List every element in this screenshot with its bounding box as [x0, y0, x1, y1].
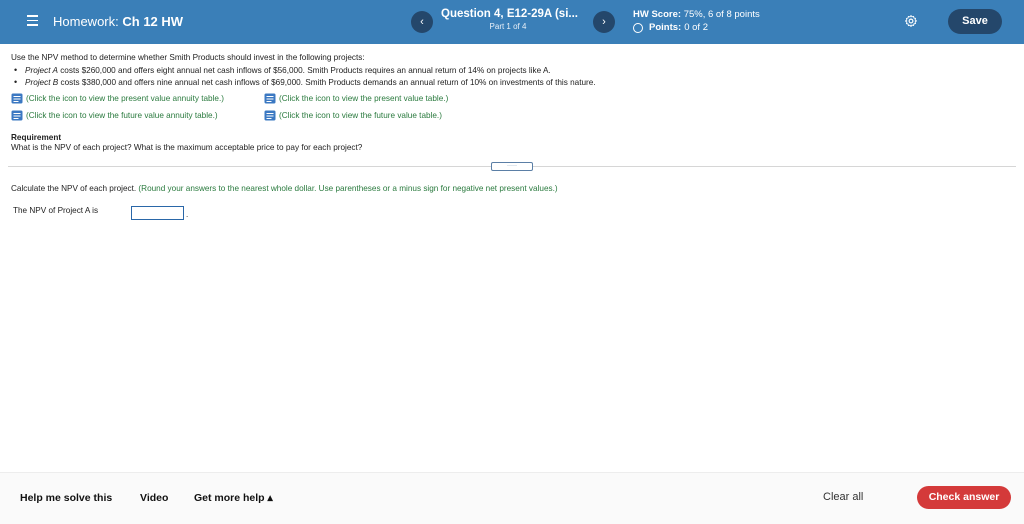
- calc-text: Calculate the NPV of each project.: [11, 184, 137, 193]
- requirement-heading: Requirement: [11, 133, 62, 142]
- fv-table-link[interactable]: (Click the icon to view the future value…: [264, 110, 442, 121]
- check-answer-button[interactable]: Check answer: [917, 486, 1011, 509]
- requirement-text: What is the NPV of each project? What is…: [11, 143, 363, 152]
- question-title: Question 4, E12-29A (si...: [441, 8, 578, 20]
- project-b-name: Project B: [25, 78, 59, 87]
- pv-table-link[interactable]: (Click the icon to view the present valu…: [264, 93, 448, 104]
- pv-table-link-text: (Click the icon to view the present valu…: [279, 94, 449, 103]
- homework-label: Homework:: [53, 14, 119, 29]
- help-me-solve-button[interactable]: Help me solve this: [20, 492, 112, 504]
- table-links-row-2: (Click the icon to view the future value…: [11, 110, 1011, 121]
- video-button[interactable]: Video: [140, 492, 168, 504]
- hw-score-label: HW Score:: [633, 9, 682, 20]
- next-question-button[interactable]: ›: [593, 11, 615, 33]
- book-icon: [264, 110, 276, 121]
- npv-a-period: .: [186, 210, 189, 219]
- calc-hint: (Round your answers to the nearest whole…: [136, 184, 558, 193]
- fv-annuity-table-link[interactable]: (Click the icon to view the future value…: [11, 110, 264, 121]
- hw-score: HW Score: 75%, 6 of 8 points: [633, 9, 760, 20]
- question-part: Part 1 of 4: [489, 22, 527, 31]
- intro-text: Use the NPV method to determine whether …: [11, 53, 365, 62]
- menu-icon[interactable]: [27, 15, 38, 26]
- homework-name: Ch 12 HW: [122, 14, 184, 29]
- question-body: Use the NPV method to determine whether …: [11, 53, 1011, 152]
- bottom-bar: Help me solve this Video Get more help ▴…: [0, 472, 1024, 524]
- pv-annuity-table-link-text: (Click the icon to view the present valu…: [26, 94, 224, 103]
- table-links-row-1: (Click the icon to view the present valu…: [11, 93, 1011, 104]
- project-b-line: Project B costs $380,000 and offers nine…: [11, 77, 1011, 87]
- fv-table-link-text: (Click the icon to view the future value…: [279, 111, 442, 120]
- top-bar: Homework: Ch 12 HW ‹ Question 4, E12-29A…: [0, 0, 1024, 44]
- expand-button[interactable]: ·····: [491, 162, 533, 171]
- points: Points: 0 of 2: [633, 22, 708, 33]
- npv-a-label: The NPV of Project A is: [13, 206, 99, 215]
- gear-icon[interactable]: [904, 14, 918, 28]
- fv-annuity-table-link-text: (Click the icon to view the future value…: [26, 111, 218, 120]
- previous-question-button[interactable]: ‹: [411, 11, 433, 33]
- book-icon: [11, 93, 23, 104]
- pv-annuity-table-link[interactable]: (Click the icon to view the present valu…: [11, 93, 264, 104]
- project-a-line: Project A costs $260,000 and offers eigh…: [11, 65, 1011, 75]
- get-more-help-button[interactable]: Get more help ▴: [194, 492, 273, 504]
- book-icon: [264, 93, 276, 104]
- calculation-instructions: Calculate the NPV of each project. (Roun…: [11, 184, 558, 193]
- points-value: 0 of 2: [684, 22, 708, 33]
- save-button[interactable]: Save: [948, 9, 1002, 34]
- book-icon: [11, 110, 23, 121]
- project-b-text: costs $380,000 and offers nine annual ne…: [58, 78, 596, 87]
- progress-circle-icon: [633, 22, 643, 33]
- homework-title: Homework: Ch 12 HW: [53, 14, 183, 29]
- hw-score-value: 75%, 6 of 8 points: [683, 9, 760, 20]
- points-label: Points:: [649, 22, 682, 33]
- clear-all-button[interactable]: Clear all: [823, 491, 863, 503]
- project-a-text: costs $260,000 and offers eight annual n…: [57, 66, 551, 75]
- npv-a-input[interactable]: [131, 206, 184, 220]
- project-a-name: Project A: [25, 66, 58, 75]
